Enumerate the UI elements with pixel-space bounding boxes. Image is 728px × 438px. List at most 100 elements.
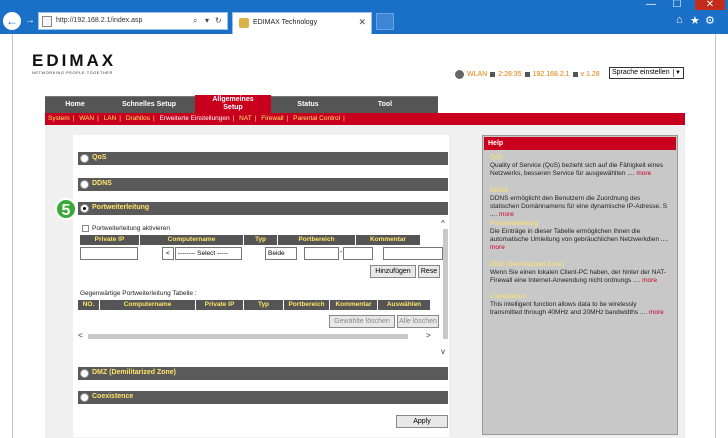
port-start-input[interactable] bbox=[304, 247, 339, 260]
cur-col-no: NO. bbox=[78, 300, 100, 310]
help-dmz: DMZ (Demilitarized Zone) Wenn Sie einen … bbox=[490, 261, 670, 285]
horizontal-scroll-thumb[interactable] bbox=[88, 334, 408, 339]
forward-arrow-icon[interactable]: → bbox=[25, 15, 35, 26]
submenu-wan[interactable]: WAN bbox=[79, 115, 94, 122]
menu-general-setup[interactable]: Allgemeines Setup bbox=[195, 95, 271, 114]
help-coex-more-link[interactable]: more bbox=[649, 309, 664, 316]
back-arrow-icon[interactable]: ← bbox=[3, 12, 21, 30]
typ-select-value: Beide bbox=[268, 250, 285, 257]
current-table-header: NO. Computername Private IP Typ Portbere… bbox=[78, 300, 430, 310]
favorites-star-icon[interactable]: ★ bbox=[690, 14, 700, 27]
vertical-scrollbar[interactable]: ^ v bbox=[441, 219, 449, 369]
close-window-button[interactable]: ✕ bbox=[695, 0, 725, 10]
content-area: QoS DDNS 5 Portweiterleitung Portweiterl… bbox=[45, 125, 685, 438]
settings-gear-icon[interactable]: ⚙ bbox=[705, 14, 715, 27]
page-icon bbox=[42, 16, 52, 27]
pf-label: Portweiterleitung bbox=[92, 204, 150, 211]
col-typ: Typ bbox=[244, 235, 278, 245]
section-port-forwarding[interactable]: 5 Portweiterleitung bbox=[55, 198, 448, 220]
refresh-icon[interactable]: ↻ bbox=[215, 16, 222, 25]
minimize-button[interactable]: — bbox=[640, 0, 662, 10]
coex-label: Coexistence bbox=[92, 393, 134, 400]
help-dmz-title[interactable]: DMZ (Demilitarized Zone) bbox=[490, 261, 670, 269]
wlan-square-icon bbox=[490, 71, 496, 77]
dmz-label: DMZ (Demilitarized Zone) bbox=[92, 369, 177, 376]
dmz-radio[interactable] bbox=[80, 369, 89, 378]
dropdown-icon[interactable]: ▾ bbox=[205, 16, 209, 25]
qos-radio[interactable] bbox=[80, 154, 89, 163]
copy-arrow-button[interactable]: < bbox=[162, 247, 174, 260]
version-square-icon bbox=[572, 71, 578, 77]
submenu-system[interactable]: System bbox=[48, 115, 70, 122]
submenu-wireless[interactable]: Drahtlos bbox=[126, 115, 150, 122]
submenu-nat[interactable]: NAT bbox=[239, 115, 252, 122]
submenu-firewall[interactable]: Firewall bbox=[261, 115, 283, 122]
typ-select[interactable]: Beide bbox=[265, 247, 297, 260]
menu-home[interactable]: Home bbox=[45, 97, 105, 114]
help-coex-text: This intelligent function allows data to… bbox=[490, 301, 648, 316]
pf-enable-label: Portweiterleitung aktivieren bbox=[92, 225, 171, 232]
help-qos-title[interactable]: QoS bbox=[490, 154, 670, 162]
menu-tool[interactable]: Tool bbox=[345, 97, 425, 114]
scroll-right-icon[interactable]: > bbox=[426, 331, 431, 340]
private-ip-input[interactable] bbox=[80, 247, 138, 260]
delete-all-button[interactable]: Alle löschen bbox=[397, 315, 439, 328]
maximize-button[interactable]: ☐ bbox=[666, 0, 688, 10]
help-dmz-more-link[interactable]: more bbox=[642, 277, 657, 284]
help-ddns-title[interactable]: DDNS bbox=[490, 187, 670, 195]
apply-button[interactable]: Apply bbox=[396, 415, 448, 428]
ip-text: 192.168.2.1 bbox=[532, 70, 570, 78]
add-button[interactable]: Hinzufügen bbox=[370, 265, 416, 278]
menu-quick-setup[interactable]: Schnelles Setup bbox=[105, 97, 193, 114]
current-table-title: Gegenwärtige Portweiterleitung Tabelle : bbox=[80, 290, 197, 297]
help-qos: QoS Quality of Service (QoS) bezieht sic… bbox=[490, 154, 670, 178]
edimax-logo: EDIMAX NETWORKING PEOPLE TOGETHER bbox=[32, 51, 116, 75]
computer-select[interactable]: -------- Select ----- bbox=[175, 247, 242, 260]
section-dmz[interactable]: DMZ (Demilitarized Zone) bbox=[78, 367, 448, 380]
search-icon[interactable]: ⌕ bbox=[193, 16, 197, 26]
help-pf-more-link[interactable]: more bbox=[490, 244, 505, 251]
help-panel: Help QoS Quality of Service (QoS) bezieh… bbox=[482, 135, 678, 435]
help-pf: Portweiterleitung Die Einträge in dieser… bbox=[490, 220, 670, 252]
coex-radio[interactable] bbox=[80, 393, 89, 402]
pf-radio[interactable] bbox=[80, 204, 89, 213]
help-coex-title[interactable]: Coexistence bbox=[490, 293, 670, 301]
scroll-down-icon[interactable]: v bbox=[441, 347, 445, 356]
comment-input[interactable] bbox=[383, 247, 443, 260]
ip-square-icon bbox=[524, 71, 530, 77]
browser-tab[interactable]: EDIMAX Technology ✕ bbox=[232, 12, 372, 34]
settings-panel: QoS DDNS 5 Portweiterleitung Portweiterl… bbox=[55, 135, 449, 437]
section-qos[interactable]: QoS bbox=[78, 152, 448, 165]
section-coexistence[interactable]: Coexistence bbox=[78, 391, 448, 404]
port-end-input[interactable] bbox=[343, 247, 373, 260]
help-qos-more-link[interactable]: more bbox=[636, 170, 651, 177]
section-ddns[interactable]: DDNS bbox=[78, 178, 448, 191]
submenu-parental-control[interactable]: Parental Control bbox=[293, 115, 340, 122]
scroll-left-icon[interactable]: < bbox=[78, 331, 83, 340]
chevron-down-icon: ▼ bbox=[673, 69, 682, 77]
pf-enable-checkbox[interactable] bbox=[82, 225, 89, 232]
reset-button[interactable]: Rese bbox=[418, 265, 440, 278]
menu-status[interactable]: Status bbox=[273, 97, 343, 114]
language-select[interactable]: Sprache einstellen ▼ bbox=[609, 67, 684, 79]
ddns-radio[interactable] bbox=[80, 180, 89, 189]
delete-selected-button[interactable]: Gewählte löschen bbox=[329, 315, 395, 328]
scroll-up-icon[interactable]: ^ bbox=[441, 219, 445, 228]
version-text: v 1.28 bbox=[580, 70, 600, 78]
address-bar[interactable]: http://192.168.2.1/index.asp ⌕ ▾ ↻ bbox=[38, 12, 228, 30]
help-ddns-more-link[interactable]: more bbox=[499, 211, 514, 218]
help-pf-title[interactable]: Portweiterleitung bbox=[490, 220, 670, 228]
pf-enable-row: Portweiterleitung aktivieren bbox=[82, 225, 170, 232]
tab-close-icon[interactable]: ✕ bbox=[358, 17, 366, 28]
submenu-advanced[interactable]: Erweiterte Einstellungen bbox=[160, 115, 230, 122]
home-icon[interactable]: ⌂ bbox=[676, 14, 683, 26]
computer-select-value: -------- Select ----- bbox=[178, 250, 228, 257]
wlan-label: WLAN bbox=[467, 70, 488, 78]
menu-general-setup-line1: Allgemeines bbox=[212, 96, 254, 103]
vertical-scroll-thumb[interactable] bbox=[443, 229, 448, 339]
page: EDIMAX NETWORKING PEOPLE TOGETHER WLAN 2… bbox=[0, 34, 728, 438]
main-menu: Home Schnelles Setup Allgemeines Setup S… bbox=[45, 95, 438, 114]
submenu-lan[interactable]: LAN bbox=[104, 115, 117, 122]
horizontal-scrollbar[interactable]: < > bbox=[78, 331, 438, 341]
new-tab-button[interactable] bbox=[376, 13, 394, 30]
